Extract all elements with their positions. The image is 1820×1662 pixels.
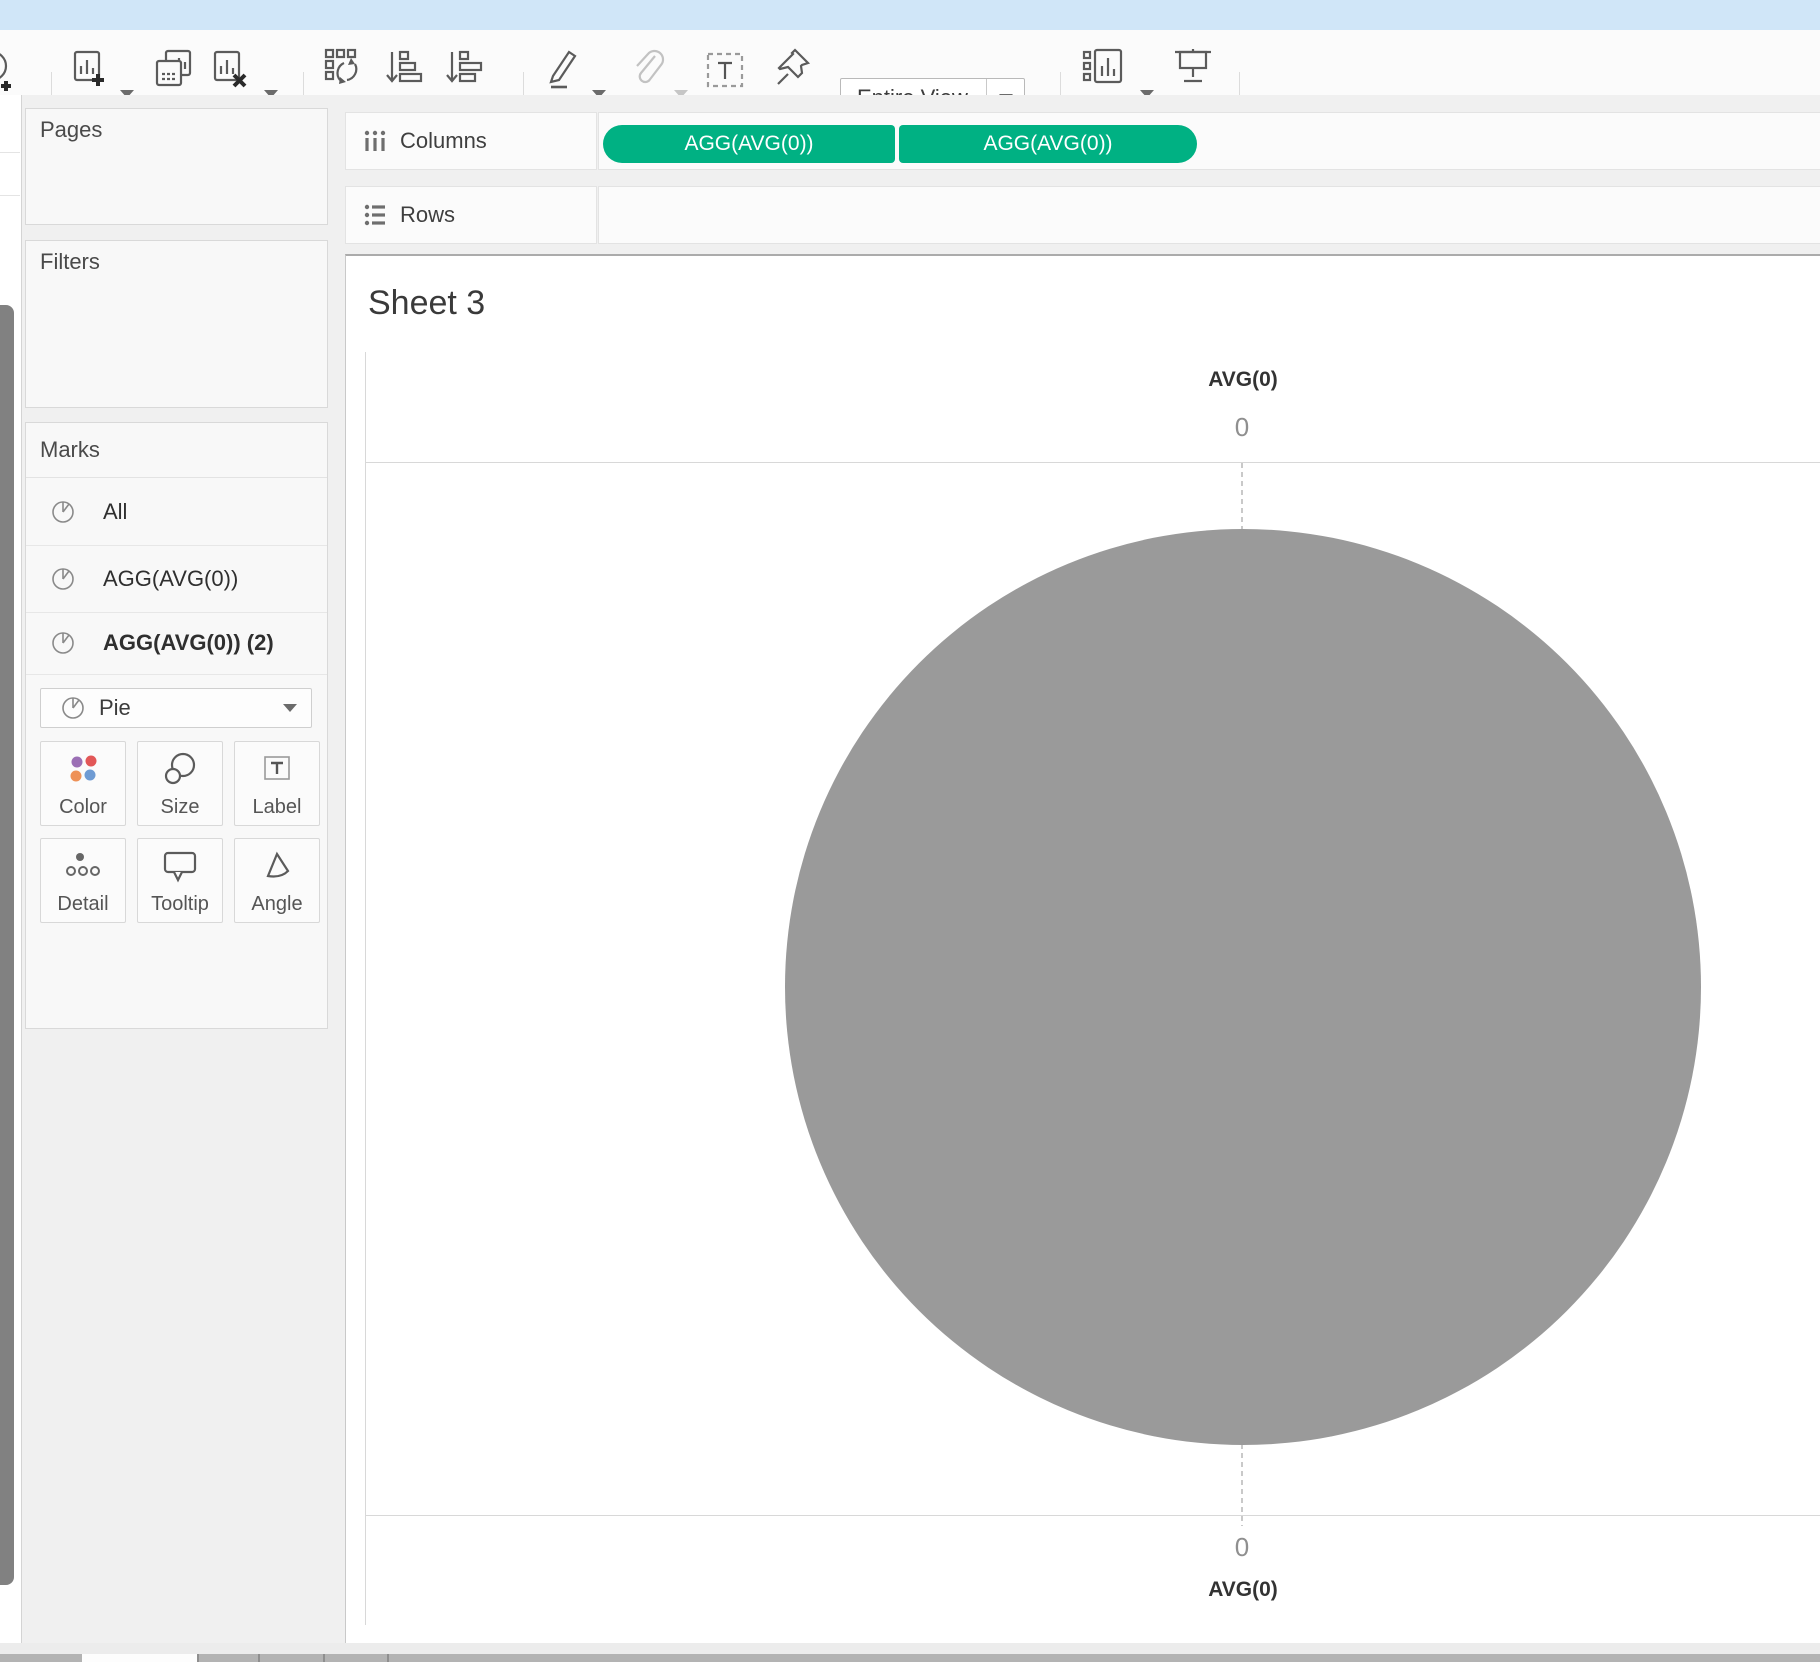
size-button-label: Size [160, 796, 200, 818]
marks-card-row-agg2[interactable]: AGG(AVG(0)) (2) [26, 612, 327, 675]
size-button[interactable]: Size [137, 741, 223, 826]
rows-icon [364, 204, 385, 226]
marks-row-label: AGG(AVG(0)) (2) [103, 630, 274, 655]
separator [0, 195, 20, 196]
tooltip-button-label: Tooltip [151, 893, 209, 915]
mark-type-label: Pie [99, 695, 131, 720]
highlight-pen-icon[interactable] [543, 46, 583, 92]
data-pane-scrollbar[interactable] [0, 305, 14, 1585]
pie-mark[interactable] [785, 529, 1701, 1445]
add-data-source-icon[interactable] [0, 48, 34, 92]
sort-descending-icon[interactable] [444, 46, 486, 90]
tab-separator [258, 1654, 260, 1662]
tab-separator [387, 1654, 389, 1662]
label-button-label: Label [252, 796, 302, 818]
text-annotation-icon[interactable] [702, 50, 750, 90]
clear-sheet-icon[interactable] [210, 48, 250, 88]
bottom-axis-title[interactable]: AVG(0) [1123, 1578, 1363, 1602]
worksheet-canvas: Sheet 3 AVG(0) 0 0 AVG(0) [345, 254, 1820, 1646]
size-circles-icon [160, 742, 200, 796]
top-axis-title[interactable]: AVG(0) [1123, 368, 1363, 392]
pie-mark-icon [52, 632, 74, 654]
text-label-icon [257, 742, 297, 796]
color-button-label: Color [59, 796, 107, 818]
rows-shelf-label-box[interactable]: Rows [345, 186, 597, 244]
angle-button-label: Angle [251, 893, 303, 915]
label-button[interactable]: Label [234, 741, 320, 826]
mark-type-dropdown[interactable]: Pie [40, 688, 312, 728]
pie-mark-icon [62, 697, 84, 719]
detail-button-label: Detail [57, 893, 109, 915]
separator [0, 152, 20, 153]
swap-rows-columns-icon[interactable] [322, 46, 366, 90]
columns-shelf-label: Columns [400, 128, 487, 153]
active-sheet-tab[interactable] [82, 1654, 197, 1662]
color-button[interactable]: Color [40, 741, 126, 826]
detail-button[interactable]: Detail [40, 838, 126, 923]
marks-row-label: All [103, 498, 128, 524]
filters-shelf[interactable]: Filters [25, 240, 328, 408]
pill-label: AGG(AVG(0)) [684, 132, 814, 155]
pie-mark-icon [52, 500, 74, 523]
pill-agg-avg-0-first[interactable]: AGG(AVG(0)) [603, 125, 895, 163]
detail-dots-icon [63, 839, 103, 893]
marks-row-label: AGG(AVG(0)) [103, 565, 239, 591]
pane-bottom-border [365, 1515, 1820, 1516]
toolbar: Entire View [0, 30, 1820, 120]
rows-shelf-label: Rows [400, 202, 456, 227]
marks-card-header: Marks [26, 423, 327, 478]
pane-left-border [365, 352, 366, 1625]
pane-top-border [365, 462, 1820, 463]
tooltip-bubble-icon [160, 839, 200, 893]
show-me-icon[interactable] [1082, 46, 1130, 90]
pill-label: AGG(AVG(0)) [983, 132, 1113, 155]
marks-card-row-agg1[interactable]: AGG(AVG(0)) [26, 545, 327, 613]
angle-slice-icon [259, 839, 295, 893]
sort-ascending-icon[interactable] [384, 46, 426, 90]
marks-card-row-all[interactable]: All [26, 478, 327, 546]
rows-shelf-area[interactable] [598, 186, 1820, 244]
pages-shelf-label: Pages [40, 117, 103, 142]
pill-agg-avg-0-second[interactable]: AGG(AVG(0)) [899, 125, 1197, 163]
columns-icon [364, 130, 386, 151]
mark-type-caret-icon[interactable] [283, 704, 297, 712]
sheet-title[interactable]: Sheet 3 [368, 284, 485, 323]
marks-card: Marks All AGG(AVG(0)) AGG(AVG(0)) (2) Pi… [25, 422, 328, 1029]
tableau-window: Entire View [0, 0, 1820, 1662]
tooltip-button[interactable]: Tooltip [137, 838, 223, 923]
columns-shelf-label-box[interactable]: Columns [345, 112, 597, 170]
pages-shelf[interactable]: Pages [25, 108, 328, 225]
window-titlebar-strip [0, 0, 1820, 30]
presentation-mode-icon[interactable] [1170, 46, 1216, 90]
tab-separator [323, 1654, 325, 1662]
filters-shelf-label: Filters [40, 249, 100, 274]
tab-separator [197, 1654, 199, 1662]
bottom-axis-tick: 0 [1234, 1532, 1250, 1562]
paperclip-icon[interactable] [628, 46, 668, 92]
top-axis-tick: 0 [1234, 412, 1250, 442]
duplicate-sheet-icon[interactable] [152, 48, 196, 88]
color-dots-icon [65, 742, 101, 796]
sheet-tabs-strip[interactable] [0, 1654, 1820, 1662]
pie-mark-icon [52, 567, 74, 590]
pin-icon[interactable] [770, 46, 814, 92]
new-worksheet-icon[interactable] [70, 48, 108, 88]
angle-button[interactable]: Angle [234, 838, 320, 923]
